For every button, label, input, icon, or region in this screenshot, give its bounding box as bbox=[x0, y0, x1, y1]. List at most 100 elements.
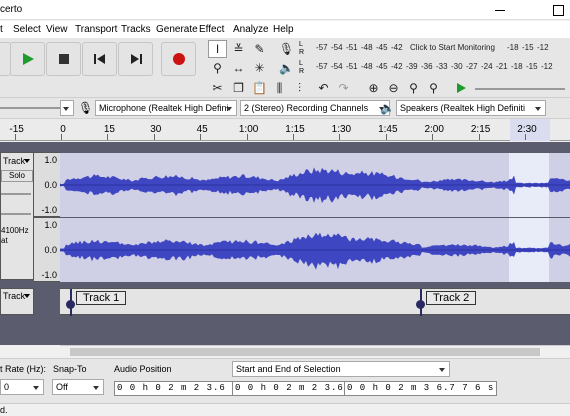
timeline-ruler[interactable]: -15 0 15 30 45 1:00 1:15 1:30 1:45 2:00 2:15 2:30 bbox=[0, 119, 570, 141]
asterisk-icon: ✳ bbox=[254, 61, 265, 75]
ruler-tick-label: 2:15 bbox=[470, 124, 491, 135]
label-track-name[interactable]: Track bbox=[3, 291, 25, 301]
menu-help[interactable]: Help bbox=[273, 24, 294, 35]
selection-mode-dropdown[interactable]: Start and End of Selection bbox=[232, 361, 450, 377]
magnifier-icon: ⚲ bbox=[213, 61, 222, 75]
project-rate-dropdown[interactable]: 0 bbox=[0, 379, 44, 395]
start-monitoring-hint[interactable]: Click to Start Monitoring bbox=[410, 43, 495, 52]
ruler-tick-mark bbox=[61, 134, 62, 140]
label-track-control-panel[interactable]: Track bbox=[0, 288, 34, 315]
minimize-button[interactable] bbox=[480, 0, 520, 20]
project-rate-label: t Rate (Hz): bbox=[0, 364, 47, 374]
waveform-channel-left[interactable] bbox=[60, 153, 570, 217]
envelope-tool[interactable]: ≚ bbox=[229, 40, 248, 58]
selection-tool[interactable]: I bbox=[208, 40, 227, 58]
play-speed-slider[interactable] bbox=[475, 88, 565, 90]
solo-button[interactable]: Solo bbox=[1, 170, 33, 182]
zoom-tool[interactable]: ⚲ bbox=[208, 59, 227, 77]
gain-slider[interactable] bbox=[1, 193, 31, 195]
horizontal-scrollbar[interactable] bbox=[60, 345, 570, 357]
output-device-dropdown[interactable]: Speakers (Realtek High Definiti bbox=[396, 100, 546, 116]
pencil-icon: ✎ bbox=[254, 42, 265, 56]
multi-tool[interactable]: ✳ bbox=[250, 59, 269, 77]
playback-meter[interactable]: -57 -54 -51 -48 -45 -42 -39 -36 -33 -30 … bbox=[312, 60, 570, 74]
draw-tool[interactable]: ✎ bbox=[250, 40, 269, 58]
zoom-out-button[interactable]: ⊖ bbox=[384, 79, 403, 97]
fit-project-button[interactable]: ⚲ bbox=[424, 79, 443, 97]
zoom-out-icon: ⊖ bbox=[388, 81, 399, 95]
time-shift-tool[interactable]: ↔ bbox=[229, 59, 248, 77]
label-track-1[interactable]: Track 1 bbox=[76, 291, 127, 305]
menu-file[interactable]: t bbox=[0, 24, 3, 35]
recording-volume-slider[interactable] bbox=[0, 107, 65, 109]
ruler-tick-mark bbox=[525, 134, 526, 140]
snap-to-dropdown[interactable]: Off bbox=[52, 379, 104, 395]
paste-button[interactable]: 📋 bbox=[250, 79, 269, 97]
label-pin-icon[interactable] bbox=[416, 300, 425, 309]
sample-rate-info: 4100Hz bbox=[1, 226, 29, 235]
ruler-tick-label: 45 bbox=[196, 124, 208, 135]
meter-tick: -15 bbox=[522, 43, 534, 52]
scale-label: 0.0 bbox=[44, 180, 57, 190]
double-arrow-icon: ↔ bbox=[232, 61, 245, 75]
menu-view[interactable]: View bbox=[46, 24, 68, 35]
meter-tick: -15 bbox=[526, 62, 538, 71]
track-name[interactable]: Track bbox=[3, 156, 25, 166]
scale-label: 1.0 bbox=[44, 220, 57, 230]
play-at-speed-button[interactable] bbox=[451, 79, 470, 97]
record-button[interactable] bbox=[161, 42, 196, 76]
waveform-shape bbox=[60, 232, 570, 270]
microphone-icon: 🎙 bbox=[78, 101, 94, 115]
copy-button[interactable]: ❐ bbox=[229, 79, 248, 97]
label-track-menu-arrow-icon[interactable] bbox=[24, 294, 30, 298]
i-beam-icon: I bbox=[215, 42, 220, 56]
meter-tick: -45 bbox=[376, 62, 388, 71]
menu-generate[interactable]: Generate bbox=[156, 24, 198, 35]
label-track-2[interactable]: Track 2 bbox=[426, 291, 477, 305]
channels-dropdown[interactable]: 2 (Stereo) Recording Channels bbox=[240, 100, 390, 116]
ruler-tick-mark bbox=[153, 134, 155, 140]
menu-select[interactable]: Select bbox=[13, 24, 41, 35]
silence-button[interactable]: ⫶ bbox=[290, 79, 309, 97]
record-meter-button[interactable]: 🎙 bbox=[277, 40, 296, 58]
undo-button[interactable]: ↶ bbox=[314, 79, 333, 97]
meter-tick: -36 bbox=[421, 62, 433, 71]
input-device-dropdown[interactable]: Microphone (Realtek High Defini bbox=[95, 100, 237, 116]
waveform-channel-right[interactable] bbox=[60, 218, 570, 282]
ruler-tick-label: 1:00 bbox=[238, 124, 259, 135]
skip-start-button[interactable] bbox=[82, 42, 117, 76]
window-title: certo bbox=[0, 4, 23, 15]
maximize-button[interactable] bbox=[530, 0, 570, 20]
trim-button[interactable]: ⫼ bbox=[270, 79, 289, 97]
scrollbar-thumb[interactable] bbox=[70, 348, 540, 356]
play-meter-button[interactable]: 🔈 bbox=[277, 59, 296, 77]
record-meter[interactable]: -57 -54 -51 -48 -45 -42 Click to Start M… bbox=[312, 41, 570, 55]
menu-transport[interactable]: Transport bbox=[75, 24, 117, 35]
vertical-scale-left[interactable]: 1.0 0.0 -1.0 bbox=[34, 152, 60, 217]
track-control-panel[interactable]: Track Solo 4100Hz at bbox=[0, 152, 34, 280]
play-button[interactable] bbox=[10, 42, 45, 76]
stop-button[interactable] bbox=[46, 42, 81, 76]
ruler-tick-mark bbox=[432, 134, 434, 140]
cut-button[interactable]: ✂ bbox=[208, 79, 227, 97]
meter-tick: -12 bbox=[541, 62, 553, 71]
menu-tracks[interactable]: Tracks bbox=[121, 24, 151, 35]
host-dropdown[interactable] bbox=[60, 100, 74, 116]
skip-end-button[interactable] bbox=[118, 42, 153, 76]
meter-tick: -27 bbox=[466, 62, 478, 71]
skip-end-icon bbox=[130, 54, 142, 64]
redo-button[interactable]: ↷ bbox=[334, 79, 353, 97]
snap-to-label: Snap-To bbox=[53, 364, 87, 374]
menu-effect[interactable]: Effect bbox=[199, 24, 224, 35]
fit-selection-button[interactable]: ⚲ bbox=[404, 79, 423, 97]
redo-icon: ↷ bbox=[338, 81, 349, 95]
label-pin-icon[interactable] bbox=[66, 300, 75, 309]
label-track[interactable]: Track 1 Track 2 bbox=[60, 288, 570, 316]
selection-end-field[interactable]: 0 0 h 0 2 m 3 6.7 7 6 s bbox=[344, 381, 498, 396]
zoom-in-button[interactable]: ⊕ bbox=[364, 79, 383, 97]
pan-slider[interactable] bbox=[1, 213, 31, 215]
track-menu-arrow-icon[interactable] bbox=[24, 159, 30, 163]
vertical-scale-right[interactable]: 1.0 0.0 -1.0 bbox=[34, 217, 60, 282]
menu-analyze[interactable]: Analyze bbox=[233, 24, 269, 35]
device-toolbar: 🎙 Microphone (Realtek High Defini 2 (Ste… bbox=[0, 98, 570, 119]
